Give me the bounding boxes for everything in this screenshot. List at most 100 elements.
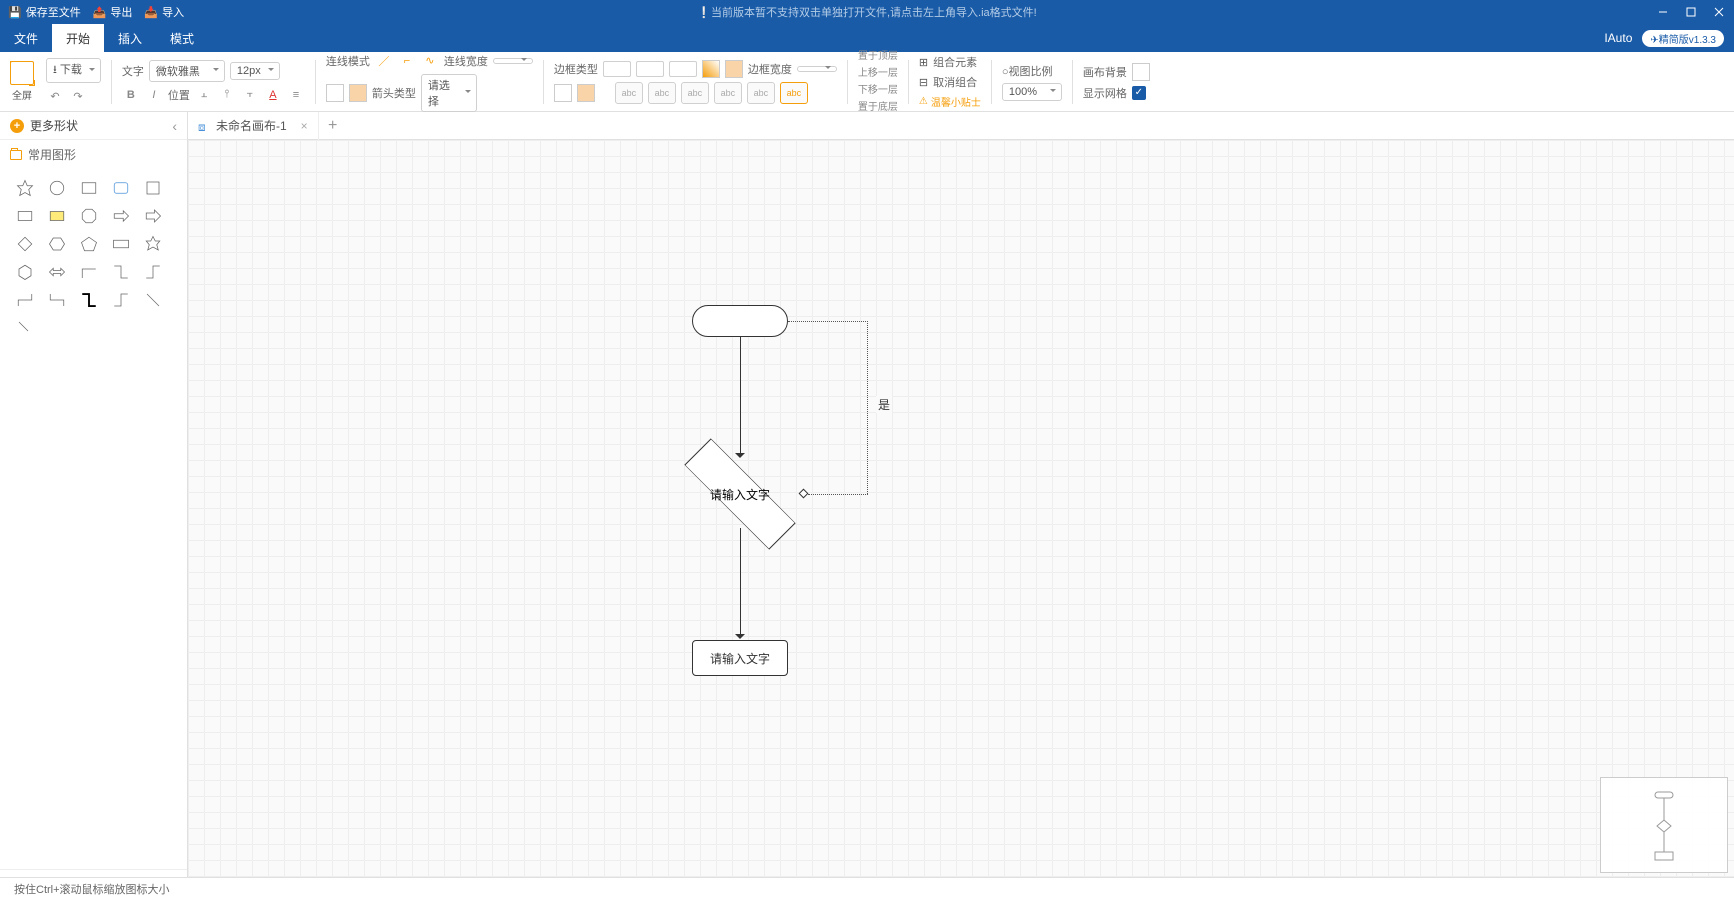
common-shapes-section[interactable]: 常用图形 bbox=[0, 140, 187, 169]
shape-star6[interactable] bbox=[138, 231, 168, 257]
export-icon: 📤 bbox=[93, 6, 107, 19]
shape-pentagon[interactable] bbox=[74, 231, 104, 257]
import-button[interactable]: 📥导入 bbox=[144, 4, 184, 20]
abc-btn-1[interactable]: abc bbox=[615, 82, 643, 104]
shape-diamond[interactable] bbox=[10, 231, 40, 257]
arrow-dropdown[interactable]: 请选择 bbox=[421, 74, 477, 112]
linewidth-dropdown[interactable] bbox=[493, 58, 533, 64]
align-bot-button[interactable]: ⫟ bbox=[241, 86, 259, 104]
flow-dotted-connector-2[interactable] bbox=[808, 494, 868, 495]
line-elbow-button[interactable]: ⌐ bbox=[398, 52, 416, 70]
more-shapes-header[interactable]: + 更多形状 ‹ bbox=[0, 112, 187, 140]
shape-conn1[interactable] bbox=[74, 259, 104, 285]
flow-terminal-node[interactable] bbox=[692, 305, 788, 337]
fill-color1-button[interactable] bbox=[554, 84, 572, 102]
shape-line[interactable] bbox=[10, 315, 40, 341]
abc-btn-6[interactable]: abc bbox=[780, 82, 808, 104]
tab-canvas-1[interactable]: ⧈ 未命名画布-1 × bbox=[188, 112, 319, 140]
shape-arrow-r2[interactable] bbox=[138, 203, 168, 229]
shape-arrow-lr[interactable] bbox=[42, 259, 72, 285]
shape-conn-bold[interactable] bbox=[74, 287, 104, 313]
layer-up-button[interactable]: 上移一层 bbox=[858, 67, 898, 80]
ungroup-button[interactable]: 取消组合 bbox=[933, 74, 977, 90]
flow-dotted-connector[interactable] bbox=[788, 321, 868, 494]
line-curve-button[interactable]: ∿ bbox=[421, 52, 439, 70]
tab-add-button[interactable]: + bbox=[319, 117, 347, 135]
font-dropdown[interactable]: 微软雅黑 bbox=[149, 60, 225, 82]
shape-rectw[interactable] bbox=[106, 231, 136, 257]
align-button[interactable]: ≡ bbox=[287, 86, 305, 104]
minimize-button[interactable] bbox=[1656, 5, 1670, 19]
flow-arrow-2[interactable] bbox=[740, 528, 741, 636]
layer-top-button[interactable]: 置于顶层 bbox=[858, 50, 898, 63]
flow-process-node[interactable]: 请输入文字 bbox=[692, 640, 788, 676]
redo-button[interactable]: ↷ bbox=[69, 87, 87, 105]
bold-button[interactable]: B bbox=[122, 86, 140, 104]
abc-btn-4[interactable]: abc bbox=[714, 82, 742, 104]
abc-btn-2[interactable]: abc bbox=[648, 82, 676, 104]
shape-conn3[interactable] bbox=[138, 259, 168, 285]
close-button[interactable] bbox=[1712, 5, 1726, 19]
shape-rect[interactable] bbox=[74, 175, 104, 201]
download-dropdown[interactable]: ⭳ 下载 bbox=[46, 58, 101, 83]
abc-btn-5[interactable]: abc bbox=[747, 82, 775, 104]
sidebar-close-button[interactable]: ‹ bbox=[172, 118, 177, 134]
borderwidth-dropdown[interactable] bbox=[797, 66, 837, 72]
fill-color2-button[interactable] bbox=[577, 84, 595, 102]
italic-button[interactable]: I bbox=[145, 86, 163, 104]
line-straight-button[interactable]: ／ bbox=[375, 52, 393, 70]
maximize-button[interactable] bbox=[1684, 5, 1698, 19]
border-dot-button[interactable] bbox=[669, 61, 697, 77]
text-color-button[interactable]: A bbox=[264, 86, 282, 104]
menu-start[interactable]: 开始 bbox=[52, 24, 104, 52]
shape-arrow-r[interactable] bbox=[106, 203, 136, 229]
shape-circle[interactable] bbox=[42, 175, 72, 201]
shape-rect-yellow[interactable] bbox=[42, 203, 72, 229]
export-button[interactable]: 📤导出 bbox=[93, 4, 133, 20]
border-gradient-button[interactable] bbox=[702, 60, 720, 78]
fontsize-dropdown[interactable]: 12px bbox=[230, 62, 280, 80]
menu-mode[interactable]: 模式 bbox=[156, 24, 208, 52]
line-color1-button[interactable] bbox=[326, 84, 344, 102]
titlebar: 💾保存至文件 📤导出 📥导入 ❕当前版本暂不支持双击单独打开文件,请点击左上角导… bbox=[0, 0, 1734, 24]
line-color2-button[interactable] bbox=[349, 84, 367, 102]
menu-file[interactable]: 文件 bbox=[0, 24, 52, 52]
undo-button[interactable]: ↶ bbox=[46, 87, 64, 105]
shape-heptagon[interactable] bbox=[10, 259, 40, 285]
border-solid-button[interactable] bbox=[603, 61, 631, 77]
canvasbg-button[interactable] bbox=[1132, 63, 1150, 81]
minimap[interactable] bbox=[1600, 777, 1728, 873]
shape-conn6[interactable] bbox=[106, 287, 136, 313]
layer-down-button[interactable]: 下移一层 bbox=[858, 84, 898, 97]
border-swatch-button[interactable] bbox=[725, 60, 743, 78]
shape-square[interactable] bbox=[138, 175, 168, 201]
border-dash-button[interactable] bbox=[636, 61, 664, 77]
zoom-dropdown[interactable]: 100% bbox=[1002, 83, 1062, 101]
save-button[interactable]: 💾保存至文件 bbox=[8, 4, 81, 20]
shape-star[interactable] bbox=[10, 175, 40, 201]
sidebar: + 更多形状 ‹ 常用图形 bbox=[0, 112, 188, 899]
align-top-button[interactable]: ⫠ bbox=[195, 86, 213, 104]
flow-decision-node[interactable]: 请输入文字 bbox=[680, 460, 800, 528]
showgrid-checkbox[interactable]: ✓ bbox=[1132, 86, 1146, 100]
showgrid-label: 显示网格 bbox=[1083, 85, 1127, 101]
shape-conn5[interactable] bbox=[42, 287, 72, 313]
flow-arrow-1[interactable] bbox=[740, 337, 741, 455]
tab-bar: ⧈ 未命名画布-1 × + bbox=[188, 112, 1734, 140]
tab-close-button[interactable]: × bbox=[301, 119, 308, 133]
abc-btn-3[interactable]: abc bbox=[681, 82, 709, 104]
fullscreen-button[interactable]: 全屏 bbox=[6, 57, 38, 106]
menu-insert[interactable]: 插入 bbox=[104, 24, 156, 52]
group-button[interactable]: 组合元素 bbox=[933, 54, 977, 70]
shape-octagon[interactable] bbox=[74, 203, 104, 229]
shape-rect2[interactable] bbox=[10, 203, 40, 229]
shape-hexagon[interactable] bbox=[42, 231, 72, 257]
shape-conn4[interactable] bbox=[10, 287, 40, 313]
canvasbg-label: 画布背景 bbox=[1083, 64, 1127, 80]
canvas[interactable]: 请输入文字 请输入文字 是 bbox=[188, 140, 1734, 899]
shape-line-diag[interactable] bbox=[138, 287, 168, 313]
shape-roundrect[interactable] bbox=[106, 175, 136, 201]
shape-conn2[interactable] bbox=[106, 259, 136, 285]
align-mid-button[interactable]: ⫯ bbox=[218, 86, 236, 104]
version-badge: ✈精简版v1.3.3 bbox=[1642, 30, 1724, 47]
